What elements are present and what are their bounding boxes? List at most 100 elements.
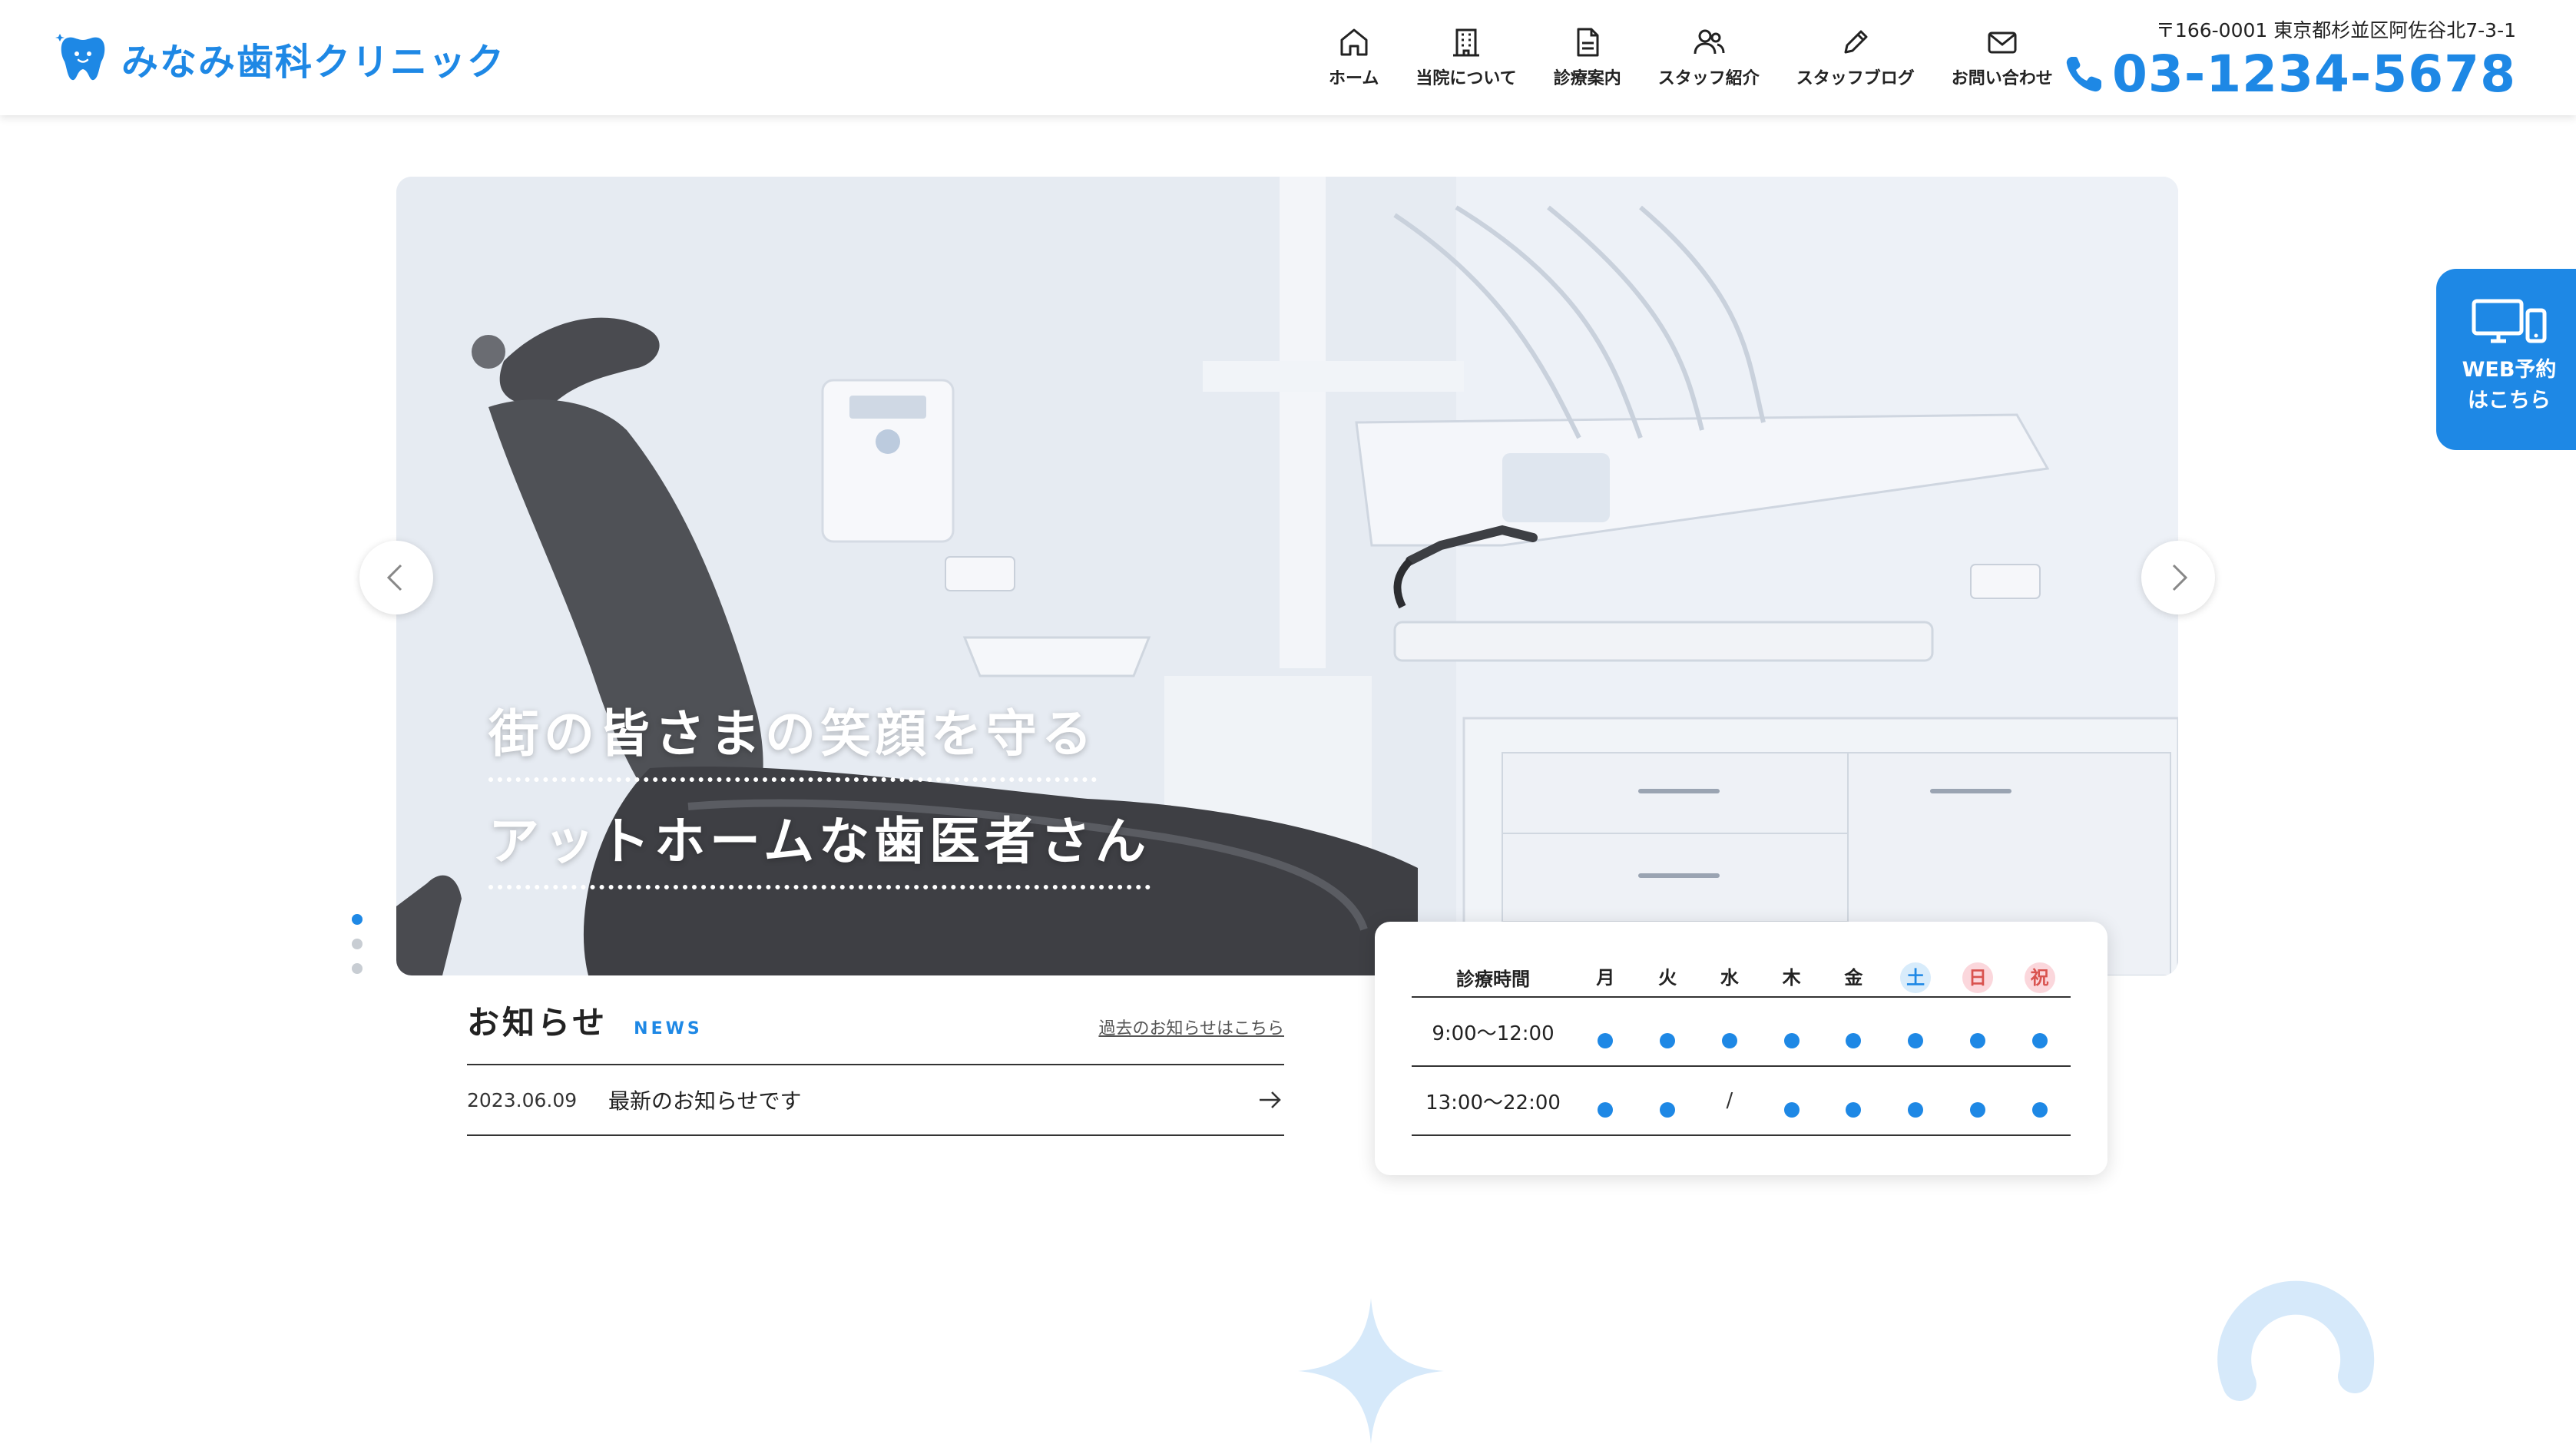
open-dot: ● (1969, 1101, 1985, 1118)
people-icon (1694, 29, 1725, 55)
slider-dot-3[interactable] (352, 963, 363, 974)
open-dot: ● (1908, 1101, 1924, 1118)
logo[interactable]: みなみ歯科クリニック (55, 31, 505, 86)
day-sat: 土 (1884, 959, 1947, 998)
hours-cell: ● (1698, 997, 1761, 1067)
news-item[interactable]: 2023.06.09 最新のお知らせです (467, 1065, 1284, 1136)
ring-decoration-icon (2217, 1280, 2375, 1401)
day-holiday: 祝 (2008, 959, 2071, 998)
pencil-icon (1844, 30, 1868, 54)
slider-dot-1[interactable] (352, 914, 363, 925)
news-header: お知らせ NEWS 過去のお知らせはこちら (467, 997, 1284, 1065)
slider-next-button[interactable] (2141, 541, 2215, 614)
day-sun: 日 (1946, 959, 2009, 998)
news-section: お知らせ NEWS 過去のお知らせはこちら 2023.06.09 最新のお知らせ… (467, 997, 1284, 1136)
hours-label: 診療時間 (1412, 959, 1574, 998)
document-icon (1577, 28, 1599, 57)
web-reserve-line2: はこちら (2468, 389, 2551, 412)
hours-row: 9:00〜12:00 ● ● ● ● ● ● ● ● (1412, 997, 2071, 1067)
clinic-name: みなみ歯科クリニック (121, 41, 506, 84)
hero-slider: 街の皆さまの笑顔を守る アットホームな歯医者さん (396, 177, 2178, 975)
nav-label: お問い合わせ (1951, 69, 2053, 88)
open-dot: ● (1846, 1101, 1862, 1118)
web-reserve-button[interactable]: WEB予約 はこちら (2436, 269, 2576, 450)
hours-time: 13:00〜22:00 (1412, 1066, 1574, 1136)
hours-cell: ● (1636, 1066, 1699, 1136)
clinic-hours-table: 診療時間 月 火 水 木 金 土 日 祝 9:00〜12:00●●●●●●●●1… (1412, 959, 2071, 1136)
sparkle-decoration-icon (1298, 1298, 1444, 1444)
hours-cell: ● (1760, 997, 1823, 1067)
tooth-logo-icon (55, 34, 105, 81)
nav-label: スタッフ紹介 (1657, 69, 1760, 88)
day-label: 火 (1658, 966, 1677, 989)
nav-services[interactable]: 診療案内 (1554, 23, 1621, 89)
news-title-en: NEWS (634, 1019, 703, 1038)
nav-home[interactable]: ホーム (1329, 23, 1379, 89)
day-label: 月 (1596, 966, 1615, 989)
day-tue: 火 (1636, 959, 1699, 998)
hours-body: 9:00〜12:00 ● ● ● ● ● ● ● ● 13:00〜22:00 ● ● / ● ● ● ● ● (1412, 997, 2071, 1136)
hours-cell: ● (1574, 997, 1637, 1067)
open-dot: ● (2031, 1032, 2048, 1048)
hours-cell: ● (1823, 997, 1885, 1067)
nav-label: ホーム (1329, 69, 1379, 88)
clinic-hours-card: 診療時間 月 火 水 木 金 土 日 祝 9:00〜12:00●●●●●●●●1… (1375, 922, 2107, 1175)
open-dot: ● (1598, 1101, 1614, 1118)
news-date: 2023.06.09 (467, 1088, 578, 1111)
day-thu: 木 (1760, 959, 1823, 998)
hours-time: 9:00〜12:00 (1412, 997, 1574, 1067)
hours-cell: / (1698, 1066, 1761, 1136)
open-dot: ● (1783, 1101, 1800, 1118)
slider-dot-2[interactable] (352, 939, 363, 949)
chevron-right-icon (2172, 564, 2188, 591)
day-mon: 月 (1574, 959, 1637, 998)
hours-row: 13:00〜22:00 ● ● / ● ● ● ● ● (1412, 1066, 2071, 1136)
news-text: 最新のお知らせです (608, 1088, 802, 1114)
hours-cell: ● (2008, 1066, 2071, 1136)
open-dot: ● (1660, 1101, 1676, 1118)
site-header: みなみ歯科クリニック ホーム 当院について 診療案内 スタッフ紹介 スタッフブロ… (0, 0, 2576, 115)
nav-contact[interactable]: お問い合わせ (1952, 23, 2053, 89)
open-dot: ● (2031, 1101, 2048, 1118)
chevron-left-icon (386, 564, 402, 591)
hero-tagline-1: 街の皆さまの笑顔を守る (488, 693, 1097, 782)
phone-icon (2066, 57, 2101, 92)
open-dot: ● (1908, 1032, 1924, 1048)
devices-icon (2472, 299, 2547, 343)
slider-dots (352, 914, 363, 988)
day-label: 祝 (2024, 962, 2055, 993)
contact-info: 〒166-0001 東京都杉並区阿佐谷北7-3-1 03-1234-5678 (2061, 15, 2516, 100)
nav-label: 診療案内 (1553, 69, 1621, 88)
hours-cell: ● (1574, 1066, 1637, 1136)
hero-tagline-2: アットホームな歯医者さん (488, 800, 1151, 889)
nav-about[interactable]: 当院について (1415, 23, 1517, 89)
hours-cell: ● (1946, 1066, 2009, 1136)
open-dot: ● (1846, 1032, 1862, 1048)
slider-prev-button[interactable] (359, 541, 433, 614)
web-reserve-line1: WEB予約 (2462, 358, 2557, 382)
phone-link[interactable]: 03-1234-5678 (2061, 49, 2516, 100)
nav-staff[interactable]: スタッフ紹介 (1658, 23, 1760, 89)
nav-blog[interactable]: スタッフブログ (1796, 23, 1915, 89)
open-dot: ● (1721, 1032, 1737, 1048)
news-title: お知らせ (467, 1004, 608, 1042)
closed-mark: / (1726, 1089, 1733, 1112)
news-archive-link[interactable]: 過去のお知らせはこちら (1098, 1015, 1284, 1039)
nav-label: スタッフブログ (1796, 69, 1915, 88)
open-dot: ● (1783, 1032, 1800, 1048)
phone-number: 03-1234-5678 (2111, 45, 2516, 104)
day-label: 金 (1844, 966, 1863, 989)
day-label: 土 (1900, 962, 1932, 993)
day-wed: 水 (1698, 959, 1761, 998)
day-label: 木 (1782, 966, 1801, 989)
home-icon (1340, 28, 1368, 56)
hours-cell: ● (2008, 997, 2071, 1067)
day-label: 水 (1720, 966, 1739, 989)
hours-cell: ● (1760, 1066, 1823, 1136)
open-dot: ● (1598, 1032, 1614, 1048)
day-label: 日 (1962, 962, 1993, 993)
hours-cell: ● (1946, 997, 2009, 1067)
hours-cell: ● (1636, 997, 1699, 1067)
arrow-right-icon (1260, 1091, 1281, 1108)
building-icon (1453, 28, 1480, 57)
